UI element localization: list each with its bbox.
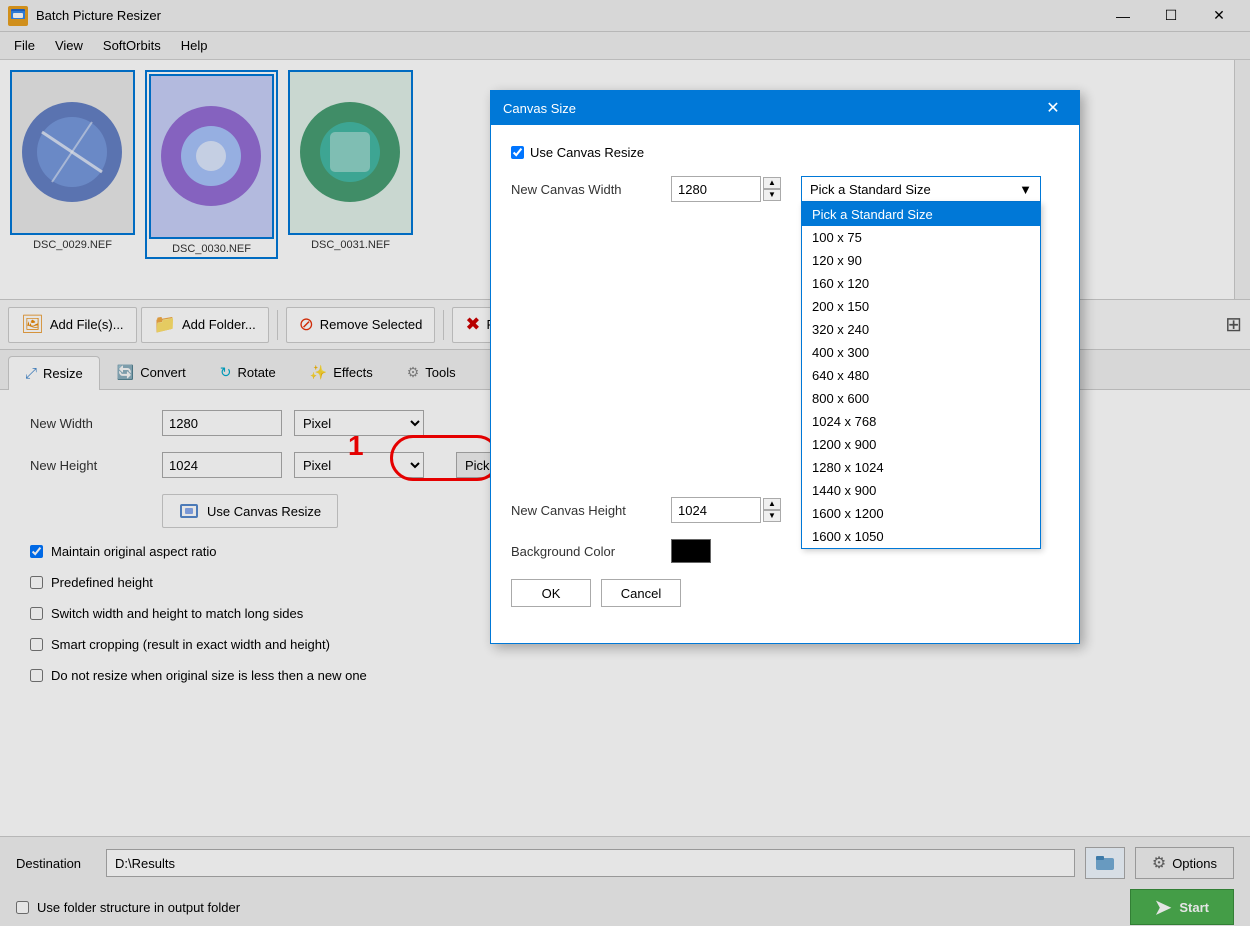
dialog-cancel-button[interactable]: Cancel — [601, 579, 681, 607]
dropdown-item-8[interactable]: 800 x 600 — [802, 387, 1040, 410]
dialog-title-bar: Canvas Size ✕ — [491, 91, 1079, 125]
standard-size-dropdown-btn[interactable]: Pick a Standard Size ▼ — [801, 176, 1041, 202]
dialog-use-canvas-row: Use Canvas Resize — [511, 145, 1059, 160]
dialog-use-canvas-checkbox[interactable] — [511, 146, 524, 159]
height-down-button[interactable]: ▼ — [763, 510, 781, 522]
dropdown-item-11[interactable]: 1280 x 1024 — [802, 456, 1040, 479]
canvas-size-dialog: Canvas Size ✕ Use Canvas Resize New Canv… — [490, 90, 1080, 644]
dropdown-item-6[interactable]: 400 x 300 — [802, 341, 1040, 364]
dialog-height-input[interactable] — [671, 497, 761, 523]
dropdown-item-1[interactable]: 100 x 75 — [802, 226, 1040, 249]
width-spinner: ▲ ▼ — [763, 177, 781, 201]
dropdown-selected-text: Pick a Standard Size — [810, 182, 931, 197]
width-up-button[interactable]: ▲ — [763, 177, 781, 189]
dialog-dropdown-container: Pick a Standard Size ▼ Pick a Standard S… — [801, 176, 1041, 202]
dropdown-item-2[interactable]: 120 x 90 — [802, 249, 1040, 272]
dialog-width-label: New Canvas Width — [511, 182, 671, 197]
dropdown-item-10[interactable]: 1200 x 900 — [802, 433, 1040, 456]
standard-size-dropdown-list: Pick a Standard Size 100 x 75 120 x 90 1… — [801, 202, 1041, 549]
dialog-bgcolor-label: Background Color — [511, 544, 671, 559]
dialog-width-row: New Canvas Width ▲ ▼ Pick a Standard Siz… — [511, 176, 1059, 202]
dialog-buttons-row: OK Cancel — [511, 579, 1059, 607]
dropdown-item-0[interactable]: Pick a Standard Size — [802, 203, 1040, 226]
dropdown-item-3[interactable]: 160 x 120 — [802, 272, 1040, 295]
height-spinner: ▲ ▼ — [763, 498, 781, 522]
height-up-button[interactable]: ▲ — [763, 498, 781, 510]
dropdown-item-14[interactable]: 1600 x 1050 — [802, 525, 1040, 548]
dialog-width-input[interactable] — [671, 176, 761, 202]
dialog-ok-button[interactable]: OK — [511, 579, 591, 607]
width-down-button[interactable]: ▼ — [763, 189, 781, 201]
dropdown-item-5[interactable]: 320 x 240 — [802, 318, 1040, 341]
dropdown-item-7[interactable]: 640 x 480 — [802, 364, 1040, 387]
background-color-swatch[interactable] — [671, 539, 711, 563]
dialog-height-label: New Canvas Height — [511, 503, 671, 518]
dropdown-item-13[interactable]: 1600 x 1200 — [802, 502, 1040, 525]
dropdown-item-4[interactable]: 200 x 150 — [802, 295, 1040, 318]
dialog-use-canvas-checkbox-label: Use Canvas Resize — [530, 145, 644, 160]
dropdown-item-9[interactable]: 1024 x 768 — [802, 410, 1040, 433]
dialog-body: Use Canvas Resize New Canvas Width ▲ ▼ P… — [491, 125, 1079, 643]
dialog-close-button[interactable]: ✕ — [1039, 95, 1067, 121]
dialog-title: Canvas Size — [503, 101, 1039, 116]
dropdown-item-12[interactable]: 1440 x 900 — [802, 479, 1040, 502]
chevron-down-icon: ▼ — [1019, 182, 1032, 197]
